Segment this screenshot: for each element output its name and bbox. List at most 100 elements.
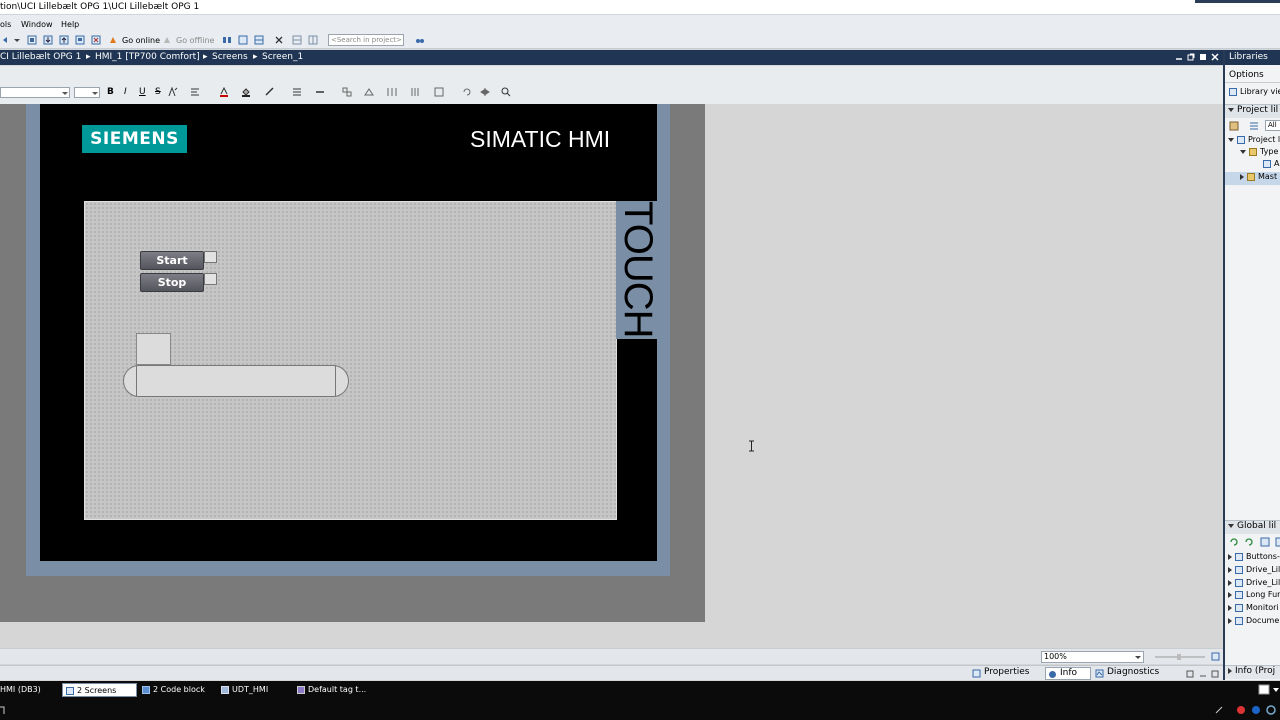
start-indicator[interactable] [204,251,217,263]
taskbar-tab-screens[interactable]: 2 Screens [62,683,137,697]
global-library-item[interactable]: Docume [1225,616,1280,629]
strikethrough-button[interactable]: S [155,87,161,97]
global-library-item[interactable]: Monitori [1225,603,1280,616]
go-offline-icon[interactable] [162,35,172,45]
global-library-item[interactable]: Drive_Lil [1225,565,1280,578]
arrange-icon[interactable] [364,87,374,97]
search-input[interactable]: <Search in project> [328,34,404,46]
same-size-icon[interactable] [410,87,420,97]
zoom-slider[interactable] [1155,653,1205,661]
breadcrumb-hmi[interactable]: HMI_1 [TP700 Comfort] [95,52,200,62]
accessible-devices-icon[interactable] [222,35,232,45]
font-family-select[interactable] [0,87,70,98]
conveyor-object[interactable] [123,365,349,397]
item-box-object[interactable] [136,333,171,365]
upload-icon[interactable] [59,35,69,45]
font-grow-icon[interactable] [168,87,178,97]
pen-icon[interactable] [1214,705,1224,715]
stop-runtime-icon[interactable] [91,35,101,45]
hmi-screen[interactable]: Start Stop [84,201,617,520]
tab-info[interactable]: Info [1045,667,1091,680]
update-icon[interactable] [1244,537,1254,547]
library-view-item[interactable]: Library vie [1225,87,1280,100]
project-library-header[interactable]: Project lil [1225,104,1280,118]
go-online-button[interactable]: Go online [122,36,160,45]
fit-screen-icon[interactable] [1211,652,1220,661]
distribute-icon[interactable] [387,87,397,97]
menu-tools[interactable]: ols [0,20,11,29]
close-editor-icon[interactable] [274,35,284,45]
go-online-icon[interactable] [108,35,118,45]
minimize-icon[interactable] [1175,53,1183,61]
libraries-options[interactable]: Options [1225,68,1280,83]
line-style-icon[interactable] [315,87,325,97]
align-icon[interactable] [190,87,200,97]
zoom-select[interactable]: 100% [1041,651,1144,663]
bold-button[interactable]: B [107,87,114,97]
underline-button[interactable]: U [139,87,146,97]
library-filter-select[interactable]: All [1265,120,1280,131]
close-icon[interactable] [1211,53,1219,61]
flip-icon[interactable] [480,87,490,97]
master-copies-folder[interactable]: Mast [1225,172,1280,185]
taskbar-tab-tag-table[interactable]: Default tag t... [294,683,370,697]
align-objects-icon[interactable] [342,87,352,97]
menu-help[interactable]: Help [61,20,79,29]
library-tool-icon[interactable] [1229,121,1239,131]
go-offline-button[interactable]: Go offline [176,36,214,45]
close-icon[interactable] [1211,670,1219,678]
list-view-icon[interactable] [1249,121,1259,131]
italic-button[interactable]: I [124,87,127,97]
rotate-icon[interactable] [462,87,472,97]
start-fragment-icon[interactable] [0,705,6,715]
type-item[interactable]: A [1225,159,1280,172]
global-library-item[interactable]: Buttons- [1225,552,1280,565]
tab-properties[interactable]: Properties [970,667,1042,680]
dropdown-arrow-icon[interactable] [13,35,21,45]
fill-color-icon[interactable] [241,87,251,97]
cross-reference-icon[interactable] [238,35,248,45]
stop-indicator[interactable] [204,273,217,285]
split-vertical-icon[interactable] [308,35,318,45]
screen-editor-canvas[interactable]: SIEMENS SIMATIC HMI Start Stop TOUCH [0,104,1223,664]
sync-icon[interactable] [1266,705,1276,715]
font-color-icon[interactable] [219,87,229,97]
menu-window[interactable]: Window [21,20,53,29]
start-button[interactable]: Start [140,251,204,270]
overview-icon[interactable] [1258,684,1270,695]
taskbar-tab-hmi-db[interactable]: HMI (DB3) [0,683,58,697]
minimize-icon[interactable] [1199,670,1207,678]
info-project-tab[interactable]: Info (Proj [1225,665,1280,679]
restore-icon[interactable] [1186,670,1194,678]
chevron-down-icon[interactable] [61,89,69,97]
global-library-header[interactable]: Global lil [1225,520,1280,534]
global-library-item[interactable]: Long Fur [1225,590,1280,603]
maximize-icon[interactable] [1199,53,1207,61]
breadcrumb-screen[interactable]: Screen_1 [262,52,303,62]
library-tool-icon[interactable] [1260,537,1270,547]
taskbar-tab-udt[interactable]: UDT_HMI [218,683,290,697]
refresh-icon[interactable] [1229,537,1239,547]
breadcrumb-screens[interactable]: Screens [212,52,248,62]
chevron-down-icon[interactable] [1134,653,1142,661]
download-icon[interactable] [43,35,53,45]
taskbar-tab-code-block[interactable]: 2 Code block [139,683,216,697]
stop-button[interactable]: Stop [140,273,204,292]
tray-app-icon[interactable] [1236,705,1246,715]
breadcrumb-project[interactable]: CI Lillebælt OPG 1 [0,52,81,62]
chevron-down-icon[interactable] [1273,684,1280,695]
compile-icon[interactable] [27,35,37,45]
binoculars-icon[interactable] [415,35,425,45]
line-color-icon[interactable] [265,87,275,97]
chevron-down-icon[interactable] [91,89,99,97]
line-width-icon[interactable] [292,87,302,97]
more-icon[interactable] [1275,537,1280,547]
bluetooth-icon[interactable] [1251,705,1261,715]
group-icon[interactable] [434,87,444,97]
tab-diagnostics[interactable]: Diagnostics [1093,667,1167,680]
undo-icon[interactable] [1,35,10,45]
restore-icon[interactable] [1187,53,1195,61]
split-horizontal-icon[interactable] [292,35,302,45]
simulation-icon[interactable] [75,35,85,45]
zoom-icon[interactable] [501,87,511,97]
